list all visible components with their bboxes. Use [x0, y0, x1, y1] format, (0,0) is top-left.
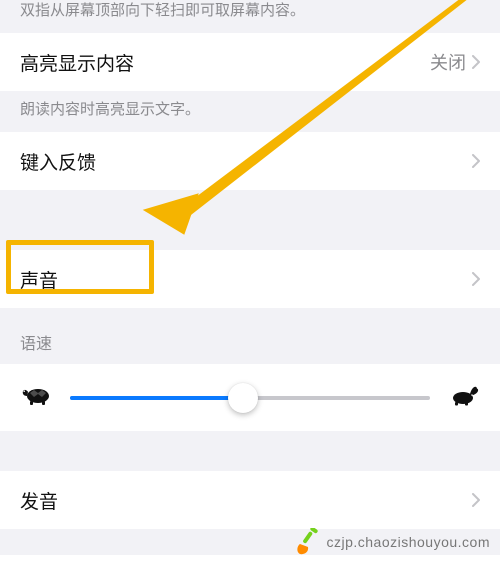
row-typing-feedback[interactable]: 键入反馈: [0, 132, 500, 190]
row-partial-next: [0, 555, 500, 562]
chevron-right-icon: [472, 493, 480, 507]
row-speaking-rate: [0, 364, 500, 431]
screen-content-hint: 双指从屏幕顶部向下轻扫即可取屏幕内容。: [0, 0, 500, 33]
row-label: 高亮显示内容: [20, 49, 134, 76]
highlight-caption: 朗读内容时高亮显示文字。: [0, 91, 500, 132]
chevron-right-icon: [472, 272, 480, 286]
row-label: 声音: [20, 266, 58, 293]
chevron-right-icon: [472, 154, 480, 168]
row-voice[interactable]: 声音: [0, 250, 500, 308]
watermark: czjp.chaozishouyou.com: [292, 528, 490, 556]
shovel-icon: [292, 528, 320, 556]
row-label: 发音: [20, 487, 58, 514]
hare-icon: [446, 384, 480, 411]
row-value: 关闭: [430, 49, 466, 75]
slider-thumb[interactable]: [228, 383, 258, 413]
row-highlight-content[interactable]: 高亮显示内容 关闭: [0, 33, 500, 91]
watermark-text: czjp.chaozishouyou.com: [326, 534, 490, 550]
row-pronunciation[interactable]: 发音: [0, 471, 500, 529]
tortoise-icon: [20, 384, 54, 411]
chevron-right-icon: [472, 55, 480, 69]
row-label: 键入反馈: [20, 148, 96, 175]
rate-slider[interactable]: [70, 396, 430, 400]
section-rate-label: 语速: [0, 308, 500, 364]
